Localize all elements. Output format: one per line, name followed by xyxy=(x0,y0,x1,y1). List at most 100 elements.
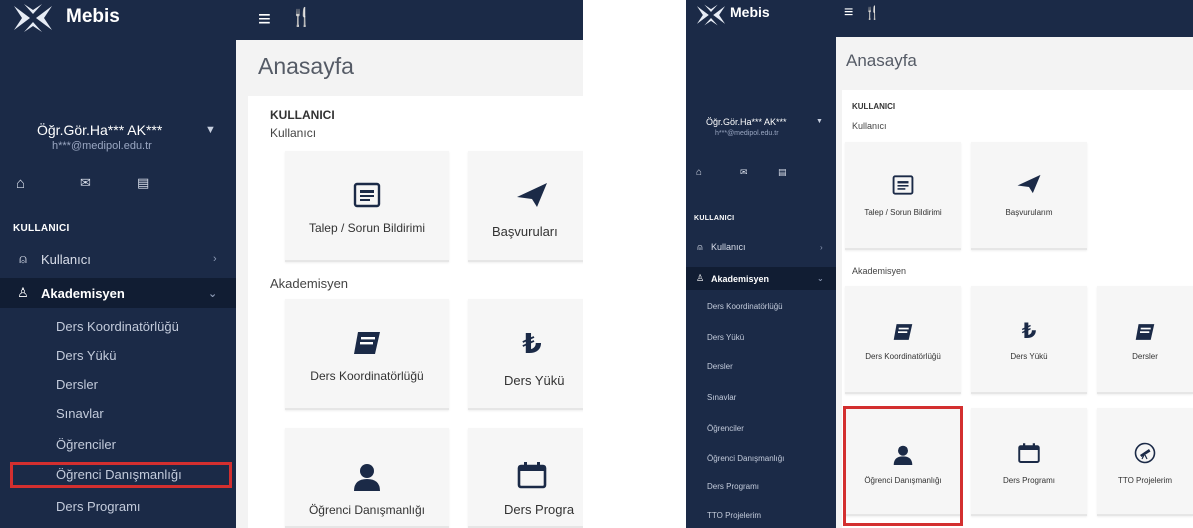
sidebar-sub-dersler[interactable]: Dersler xyxy=(0,372,236,396)
sidebar-section-heading: KULLANICI xyxy=(13,223,70,234)
content-panel: KULLANICI Kullanıcı Talep / Sorun Bildir… xyxy=(842,90,1193,528)
card-ders-yuku[interactable]: ₺ Ders Yükü xyxy=(468,299,583,410)
paper-plane-icon xyxy=(468,181,583,209)
card-talep-sorun[interactable]: Talep / Sorun Bildirimi xyxy=(285,151,449,262)
user-outline-icon: ⍝ xyxy=(19,251,27,266)
sidebar-section-heading: KULLANICI xyxy=(694,215,735,222)
sidebar-sub-sinavlar[interactable]: Sınavlar xyxy=(686,389,836,405)
sidebar-sub-ogrenci-danismanligi[interactable]: Öğrenci Danışmanlığı xyxy=(686,450,836,466)
akademisyen-heading: Akademisyen xyxy=(852,266,907,276)
telescope-icon xyxy=(1097,442,1193,464)
main-content: Anasayfa KULLANICI Kullanıcı Talep / Sor… xyxy=(836,37,1193,528)
top-navbar: Mebis ≡ 🍴 xyxy=(686,0,1193,37)
calendar-icon xyxy=(971,442,1087,464)
card-label: Ders Koordinatörlüğü xyxy=(865,352,941,361)
user-email: h***@medipol.edu.tr xyxy=(52,140,152,152)
user-name[interactable]: Öğr.Gör.Ha*** AK*** xyxy=(706,117,787,127)
card-label: Ders Yükü xyxy=(504,373,565,388)
utensils-icon[interactable]: 🍴 xyxy=(290,7,312,28)
card-basvurularim[interactable]: Başvuruları xyxy=(468,151,583,262)
request-form-icon xyxy=(285,181,449,209)
book-icon xyxy=(285,329,449,357)
sidebar-item-label: Akademisyen xyxy=(41,285,125,301)
chevron-right-icon: › xyxy=(820,242,823,252)
sidebar-sub-dersler[interactable]: Dersler xyxy=(686,358,836,374)
sidebar-sub-ders-koordinatorlugu[interactable]: Ders Koordinatörlüğü xyxy=(686,298,836,314)
sidebar-sub-ders-yuku[interactable]: Ders Yükü xyxy=(686,329,836,345)
akademisyen-heading: Akademisyen xyxy=(270,276,349,291)
calendar-icon[interactable]: ▤ xyxy=(137,175,149,191)
top-navbar: Mebis ≡ 🍴 xyxy=(0,0,583,40)
card-tto-projelerim[interactable]: TTO Projelerim xyxy=(1097,408,1193,516)
user-name[interactable]: Öğr.Gör.Ha*** AK*** xyxy=(37,122,162,138)
calendar-icon[interactable]: ▤ xyxy=(778,167,787,178)
card-ders-koordinatorlugu[interactable]: Ders Koordinatörlüğü xyxy=(845,286,961,394)
highlight-box xyxy=(10,462,232,488)
sidebar-item-akademisyen[interactable]: ♙ Akademisyen ⌄ xyxy=(0,278,236,308)
card-label: Başvuruları xyxy=(492,224,558,239)
group-subtitle: Kullanıcı xyxy=(270,126,317,140)
utensils-icon[interactable]: 🍴 xyxy=(864,5,880,21)
card-label: Ders Koordinatörlüğü xyxy=(310,369,424,383)
card-talep-sorun[interactable]: Talep / Sorun Bildirimi xyxy=(845,142,961,250)
sidebar-sub-ders-yuku[interactable]: Ders Yükü xyxy=(0,343,236,367)
sidebar-sub-ders-programi[interactable]: Ders Programı xyxy=(686,478,836,494)
card-ders-programi[interactable]: Ders Programı xyxy=(971,408,1087,516)
lira-icon: ₺ xyxy=(1021,320,1037,343)
screenshot-zoomed: Mebis ≡ 🍴 Öğr.Gör.Ha*** AK*** ▼ h***@med… xyxy=(0,0,583,528)
card-label: Başvurularım xyxy=(1005,208,1053,217)
main-content: Anasayfa KULLANICI Kullanıcı Talep / Sor… xyxy=(236,40,583,528)
card-ders-yuku[interactable]: ₺ Ders Yükü xyxy=(971,286,1087,394)
chevron-down-icon: ⌄ xyxy=(208,287,218,300)
card-label: Ders Programı xyxy=(1002,476,1055,485)
sidebar-sub-ogrenciler[interactable]: Öğrenciler xyxy=(686,420,836,436)
mail-icon[interactable]: ✉ xyxy=(80,175,91,191)
screenshot-full: Mebis ≡ 🍴 Öğr.Gör.Ha*** AK*** ▼ h***@med… xyxy=(686,0,1193,528)
card-dersler[interactable]: Dersler xyxy=(1097,286,1193,394)
home-icon[interactable]: ⌂ xyxy=(696,167,702,178)
card-label: TTO Projelerim xyxy=(1117,476,1173,485)
sidebar-sub-ogrenciler[interactable]: Öğrenciler xyxy=(0,432,236,456)
card-label: Talep / Sorun Bildirimi xyxy=(308,221,426,235)
card-label: Dersler xyxy=(1132,352,1158,361)
mebis-logo-icon xyxy=(14,4,52,32)
page-title: Anasayfa xyxy=(258,53,354,79)
brand-name: Mebis xyxy=(66,6,120,27)
card-label: Ders Progra xyxy=(504,502,575,517)
card-basvurularim[interactable]: Başvurularım xyxy=(971,142,1087,250)
sidebar-item-label: Kullanıcı xyxy=(41,251,91,267)
sidebar-sub-tto-projelerim[interactable]: TTO Projelerim xyxy=(686,507,836,523)
mail-icon[interactable]: ✉ xyxy=(740,167,748,178)
user-dropdown-icon[interactable]: ▼ xyxy=(205,124,216,136)
user-dropdown-icon[interactable]: ▼ xyxy=(816,118,823,125)
card-ogrenci-danismanligi[interactable]: Öğrenci Danışmanlığı xyxy=(285,428,449,528)
chevron-down-icon: ⌄ xyxy=(817,274,824,283)
mebis-logo-icon xyxy=(696,4,726,26)
sidebar-item-akademisyen[interactable]: ♙ Akademisyen ⌄ xyxy=(686,267,836,290)
sidebar-item-kullanici[interactable]: ⍝ Kullanıcı › xyxy=(686,238,836,256)
academic-icon: ♙ xyxy=(17,285,29,300)
card-label: Ders Yükü xyxy=(1010,352,1048,361)
group-subtitle: Kullanıcı xyxy=(852,121,887,131)
menu-toggle-icon[interactable]: ≡ xyxy=(844,4,853,22)
book-icon xyxy=(1097,322,1193,342)
group-title: KULLANICI xyxy=(852,102,896,111)
request-form-icon xyxy=(845,174,961,196)
sidebar-sub-sinavlar[interactable]: Sınavlar xyxy=(0,401,236,425)
user-icon xyxy=(285,463,449,491)
sidebar-sub-ders-koordinatorlugu[interactable]: Ders Koordinatörlüğü xyxy=(0,314,236,338)
paper-plane-icon xyxy=(971,173,1087,195)
sidebar: Öğr.Gör.Ha*** AK*** ▼ h***@medipol.edu.t… xyxy=(0,40,236,528)
card-ders-koordinatorlugu[interactable]: Ders Koordinatörlüğü xyxy=(285,299,449,410)
sidebar-item-label: Akademisyen xyxy=(711,273,770,284)
sidebar-sub-ders-programi[interactable]: Ders Programı xyxy=(0,494,236,518)
page-title: Anasayfa xyxy=(846,51,917,70)
content-panel: KULLANICI Kullanıcı Talep / Sorun Bildir… xyxy=(248,96,583,528)
sidebar-item-kullanici[interactable]: ⍝ Kullanıcı › xyxy=(0,246,236,272)
brand-name: Mebis xyxy=(730,4,770,20)
chevron-right-icon: › xyxy=(213,253,217,265)
menu-toggle-icon[interactable]: ≡ xyxy=(258,6,271,32)
home-icon[interactable]: ⌂ xyxy=(16,175,25,192)
highlight-box xyxy=(843,406,963,526)
card-ders-programi[interactable]: Ders Progra xyxy=(468,428,583,528)
